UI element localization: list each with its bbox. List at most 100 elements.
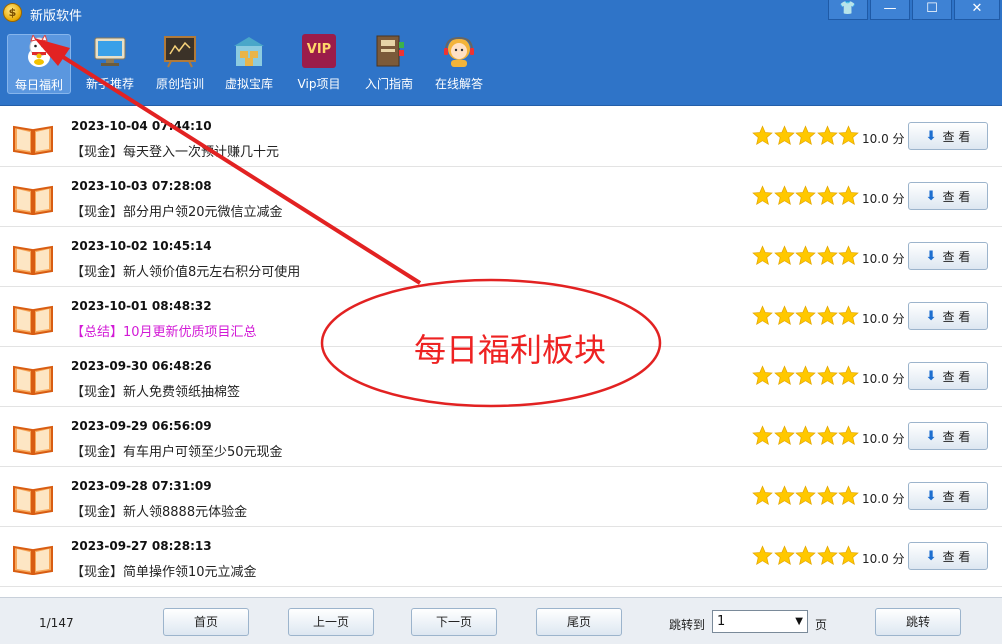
list-item[interactable]: 2023-10-04 07:44:10 【现金】每天登入一次预计赚几十元 10.0 … xyxy=(0,107,1002,167)
tab-beginner-recommend[interactable]: 新手推荐 xyxy=(80,34,140,94)
item-title[interactable]: 【现金】每天登入一次预计赚几十元 xyxy=(71,141,279,160)
item-date: 2023-10-04 07:44:10 xyxy=(71,119,212,133)
list-item[interactable]: 2023-09-27 08:28:13 【现金】简单操作领10元立减金 10.0 分… xyxy=(0,527,1002,587)
star-icon xyxy=(773,305,795,326)
book-icon xyxy=(12,423,54,456)
page-select[interactable]: 1 ▼ xyxy=(712,610,808,633)
star-icon xyxy=(773,485,795,506)
score-unit: 分 xyxy=(892,132,905,146)
star-icon xyxy=(816,485,838,506)
rating-stars xyxy=(752,425,860,446)
view-label: 查 看 xyxy=(942,129,971,144)
view-label: 查 看 xyxy=(942,429,971,444)
view-button[interactable]: ⬇ 查 看 xyxy=(908,242,988,270)
maximize-button[interactable]: ☐ xyxy=(912,0,952,20)
toolbar-label: 新手推荐 xyxy=(85,77,134,91)
download-arrow-icon: ⬇ xyxy=(925,248,937,264)
item-title[interactable]: 【现金】新人领8888元体验金 xyxy=(71,501,247,520)
star-icon xyxy=(838,425,859,446)
star-icon xyxy=(752,365,773,386)
toolbar-label: 每日福利 xyxy=(14,78,63,92)
star-icon xyxy=(838,545,859,566)
star-icon xyxy=(773,185,795,206)
minimize-button[interactable]: — xyxy=(870,0,910,20)
toolbar-label: 原创培训 xyxy=(155,77,204,91)
score-value: 10.0 xyxy=(862,252,889,266)
jump-button[interactable]: 跳转 xyxy=(875,608,961,636)
item-title[interactable]: 【现金】部分用户领20元微信立减金 xyxy=(71,201,283,220)
star-icon xyxy=(773,245,795,266)
toolbar-label: 入门指南 xyxy=(364,77,413,91)
toolbar-label: 在线解答 xyxy=(434,77,483,91)
tab-original-training[interactable]: 原创培训 xyxy=(150,34,210,94)
item-score: 10.0 分 xyxy=(862,370,905,387)
page-info: 1/147 xyxy=(39,616,74,630)
item-score: 10.0 分 xyxy=(862,190,905,207)
tab-getting-started[interactable]: 入门指南 xyxy=(359,34,419,94)
item-date: 2023-10-02 10:45:14 xyxy=(71,239,212,253)
vip-icon: VIP xyxy=(302,34,336,68)
last-page-button[interactable]: 尾页 xyxy=(536,608,622,636)
main-toolbar: 每日福利 新手推荐 原创培训 虚拟宝库 VIP Vip项目 入门指南 在线解答 xyxy=(0,26,1002,106)
item-title[interactable]: 【现金】新人领价值8元左右积分可使用 xyxy=(71,261,300,280)
jump-to-label: 跳转到 xyxy=(669,618,706,632)
item-date: 2023-10-03 07:28:08 xyxy=(71,179,212,193)
tab-virtual-treasury[interactable]: 虚拟宝库 xyxy=(219,34,279,94)
list-item[interactable]: 2023-10-01 08:48:32 【总结】10月更新优质项目汇总 10.0 分… xyxy=(0,287,1002,347)
book-icon xyxy=(12,483,54,516)
tab-daily-welfare[interactable]: 每日福利 xyxy=(7,33,71,94)
download-arrow-icon: ⬇ xyxy=(925,428,937,444)
star-icon xyxy=(795,305,816,326)
score-unit: 分 xyxy=(892,492,905,506)
star-icon xyxy=(816,425,838,446)
toolbar-label: 虚拟宝库 xyxy=(224,77,273,91)
tab-vip-project[interactable]: VIP Vip项目 xyxy=(289,34,349,94)
star-icon xyxy=(752,305,773,326)
book-icon xyxy=(12,243,54,276)
view-button[interactable]: ⬇ 查 看 xyxy=(908,122,988,150)
close-button[interactable]: ✕ xyxy=(954,0,1000,20)
list-item[interactable]: 2023-09-30 06:48:26 【现金】新人免费领纸抽棉签 10.0 分 ⬇ 查… xyxy=(0,347,1002,407)
maximize-icon: ☐ xyxy=(926,1,938,16)
book-icon xyxy=(12,543,54,576)
rating-stars xyxy=(752,365,860,386)
view-button[interactable]: ⬇ 查 看 xyxy=(908,482,988,510)
dropdown-arrow-icon: ▼ xyxy=(795,616,803,627)
score-unit: 分 xyxy=(892,192,905,206)
view-label: 查 看 xyxy=(942,369,971,384)
download-arrow-icon: ⬇ xyxy=(925,488,937,504)
view-button[interactable]: ⬇ 查 看 xyxy=(908,182,988,210)
view-button[interactable]: ⬇ 查 看 xyxy=(908,302,988,330)
item-title[interactable]: 【现金】有车用户可领至少50元现金 xyxy=(71,441,283,460)
book-icon xyxy=(12,183,54,216)
next-page-button[interactable]: 下一页 xyxy=(411,608,497,636)
star-icon xyxy=(773,425,795,446)
list-item[interactable]: 2023-09-28 07:31:09 【现金】新人领8888元体验金 10.0 分… xyxy=(0,467,1002,527)
first-page-button[interactable]: 首页 xyxy=(163,608,249,636)
list-item[interactable]: 2023-09-29 06:56:09 【现金】有车用户可领至少50元现金 10.0… xyxy=(0,407,1002,467)
support-agent-icon xyxy=(442,34,476,68)
welfare-list: 2023-10-04 07:44:10 【现金】每天登入一次预计赚几十元 10.0 … xyxy=(0,107,1002,590)
view-button[interactable]: ⬇ 查 看 xyxy=(908,422,988,450)
item-date: 2023-10-01 08:48:32 xyxy=(71,299,212,313)
item-score: 10.0 分 xyxy=(862,250,905,267)
item-title[interactable]: 【总结】10月更新优质项目汇总 xyxy=(71,321,257,340)
rating-stars xyxy=(752,125,860,146)
star-icon xyxy=(816,545,838,566)
prev-page-button[interactable]: 上一页 xyxy=(288,608,374,636)
list-item[interactable]: 2023-10-03 07:28:08 【现金】部分用户领20元微信立减金 10.0… xyxy=(0,167,1002,227)
item-score: 10.0 分 xyxy=(862,490,905,507)
book-guide-icon xyxy=(372,34,406,68)
coin-icon: $ xyxy=(3,3,22,22)
item-title[interactable]: 【现金】新人免费领纸抽棉签 xyxy=(71,381,240,400)
tab-online-support[interactable]: 在线解答 xyxy=(429,34,489,94)
view-button[interactable]: ⬇ 查 看 xyxy=(908,362,988,390)
list-item[interactable]: 2023-10-02 10:45:14 【现金】新人领价值8元左右积分可使用 10.… xyxy=(0,227,1002,287)
skin-button[interactable]: 👕 xyxy=(828,0,868,20)
view-label: 查 看 xyxy=(942,489,971,504)
item-title[interactable]: 【现金】简单操作领10元立减金 xyxy=(71,561,257,580)
score-unit: 分 xyxy=(892,432,905,446)
view-button[interactable]: ⬇ 查 看 xyxy=(908,542,988,570)
star-icon xyxy=(752,545,773,566)
rating-stars xyxy=(752,305,860,326)
